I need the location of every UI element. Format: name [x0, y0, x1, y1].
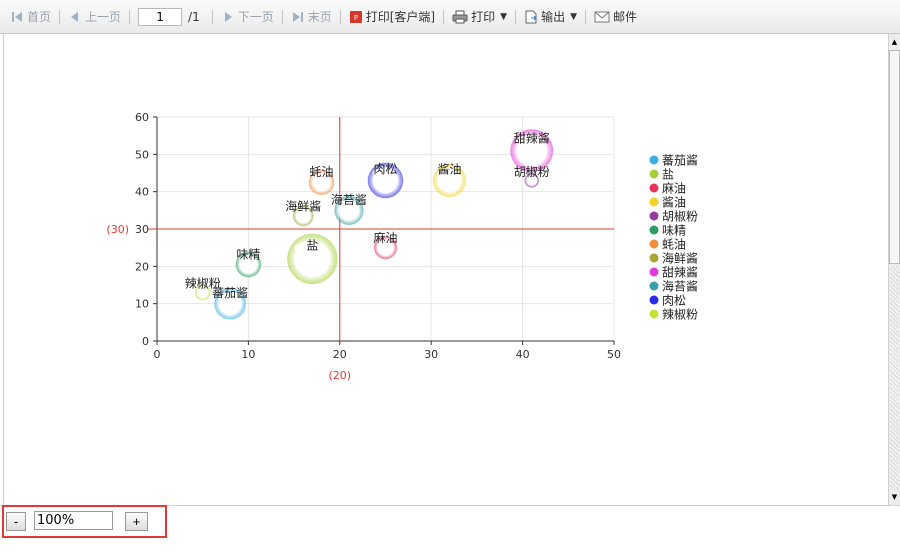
legend-label: 蚝油	[662, 238, 686, 252]
y-reference-label: (30)	[106, 223, 129, 236]
legend-marker	[649, 309, 659, 319]
y-tick-label: 50	[135, 148, 149, 161]
x-tick-label: 40	[516, 348, 530, 361]
bubble-label: 甜辣酱	[514, 130, 550, 145]
legend-label: 味精	[662, 224, 686, 238]
zoom-out-button[interactable]: -	[6, 512, 26, 531]
legend-label: 蕃茄酱	[662, 153, 698, 168]
y-tick-label: 10	[135, 298, 149, 311]
y-tick-label: 20	[135, 260, 149, 273]
legend-label: 酱油	[662, 195, 686, 210]
x-tick-label: 10	[241, 348, 255, 361]
legend-marker	[649, 183, 659, 193]
x-tick-label: 20	[333, 348, 347, 361]
legend-label: 海苔酱	[662, 279, 698, 294]
bubble-label: 蚝油	[310, 165, 334, 179]
zoom-level-input[interactable]	[34, 511, 113, 530]
bubble-label: 麻油	[373, 230, 397, 245]
y-tick-label: 30	[135, 223, 149, 236]
legend-marker	[649, 253, 659, 263]
legend-label: 肉松	[662, 294, 686, 308]
bubble-label: 胡椒粉	[514, 165, 550, 179]
bubble-label: 海苔酱	[331, 192, 367, 207]
legend-marker	[649, 267, 659, 277]
legend-label: 辣椒粉	[662, 308, 698, 322]
legend-marker	[649, 169, 659, 179]
legend-marker	[649, 295, 659, 305]
bubble-label: 辣椒粉	[185, 277, 221, 291]
y-tick-label: 60	[135, 111, 149, 124]
x-reference-label: (20)	[329, 369, 352, 382]
legend-marker	[649, 211, 659, 221]
bubble-label: 味精	[236, 247, 260, 261]
x-tick-label: 30	[424, 348, 438, 361]
bubble-chart: 0 10 20 30 40 500102030405060 (20)(30) 蕃茄酱盐麻油…	[106, 111, 698, 382]
x-tick-label: 50	[607, 348, 621, 361]
y-tick-label: 0	[142, 335, 149, 348]
zoom-in-button[interactable]: +	[125, 512, 148, 531]
legend-label: 胡椒粉	[662, 210, 698, 224]
x-tick-label: 0	[154, 348, 161, 361]
bubble-label: 盐	[306, 239, 318, 253]
legend-marker	[649, 197, 659, 207]
bubble-label: 酱油	[437, 161, 461, 176]
legend-label: 麻油	[662, 181, 686, 196]
bubble-label: 海鲜酱	[285, 198, 321, 213]
legend-marker	[649, 225, 659, 235]
legend-label: 甜辣酱	[662, 265, 698, 280]
legend-marker	[649, 281, 659, 291]
legend-marker	[649, 239, 659, 249]
legend-label: 盐	[662, 168, 674, 182]
legend-label: 海鲜酱	[662, 251, 698, 266]
y-tick-label: 40	[135, 186, 149, 199]
legend-marker	[649, 155, 659, 165]
bubble-label: 肉松	[373, 162, 397, 176]
